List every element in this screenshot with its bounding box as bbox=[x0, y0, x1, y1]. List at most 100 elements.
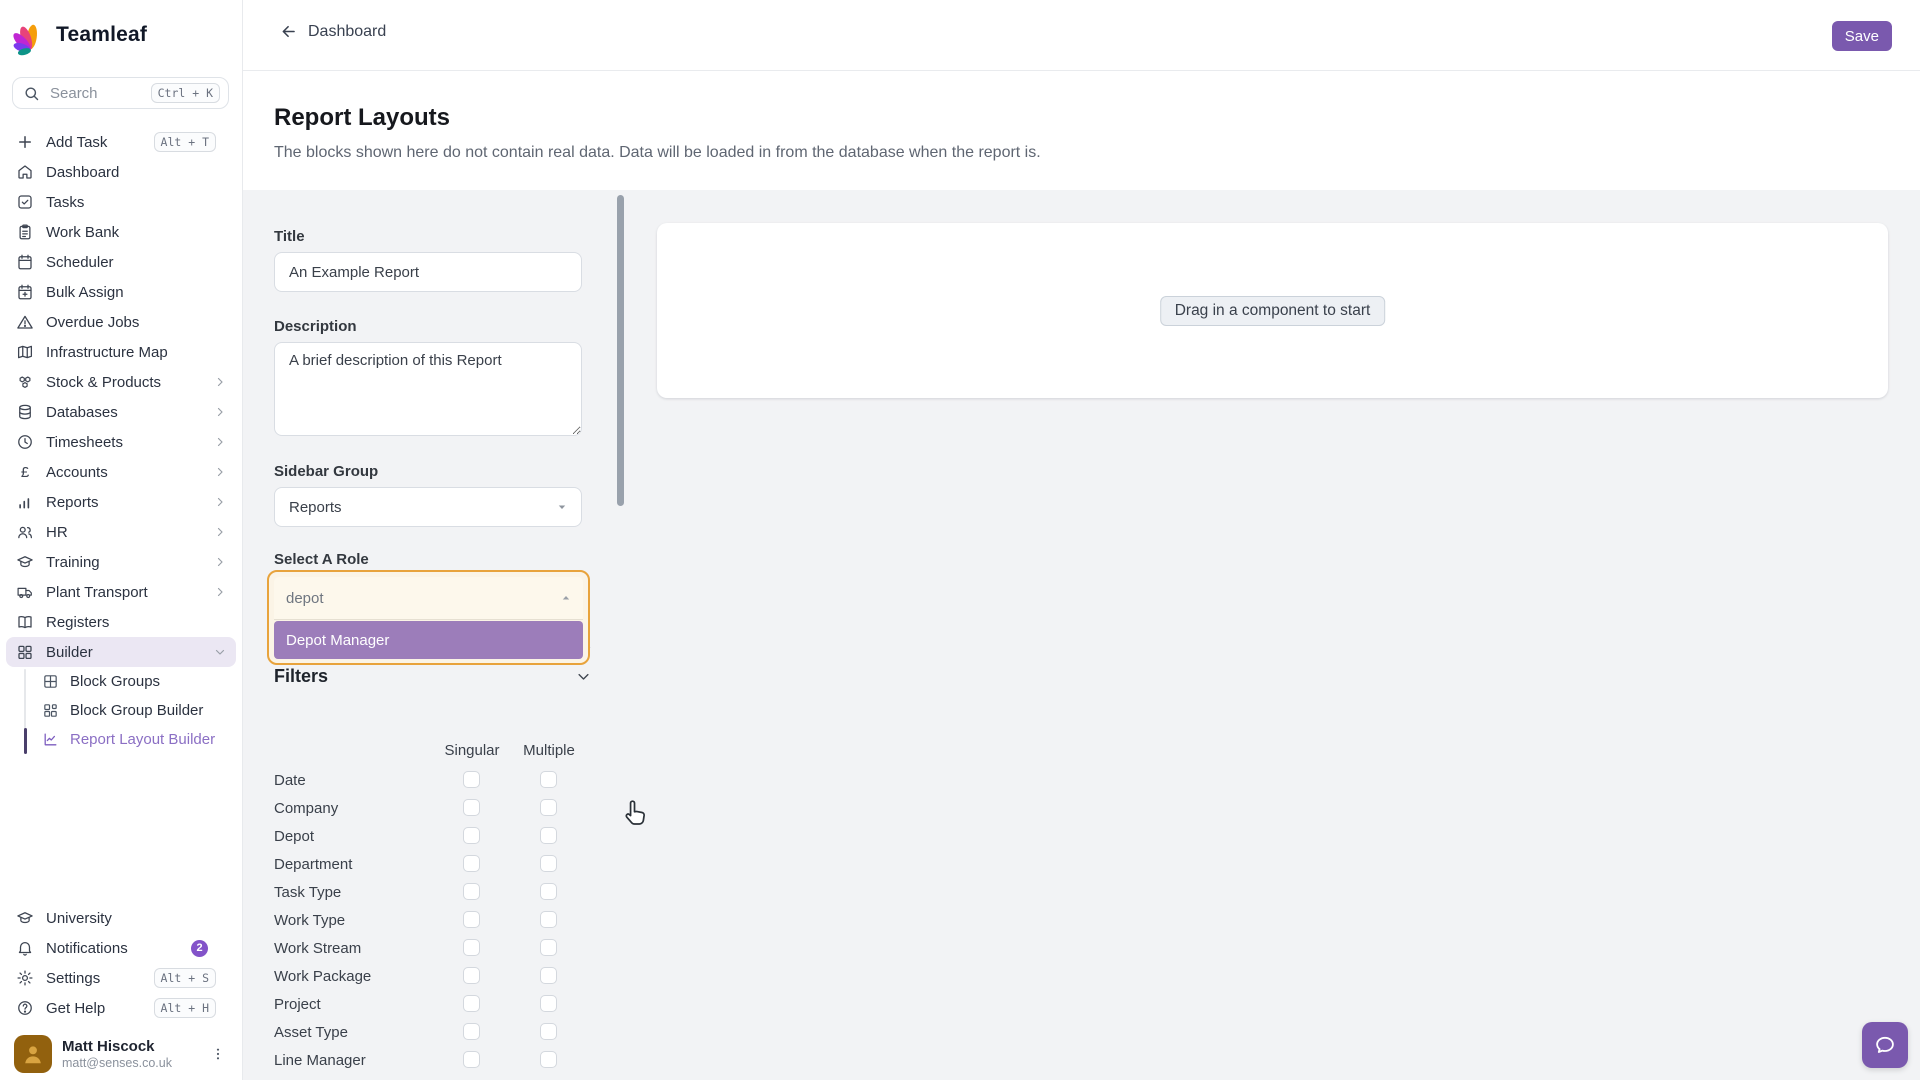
sidebar-item-work-bank[interactable]: Work Bank bbox=[0, 217, 242, 247]
filters-table-header: Singular Multiple bbox=[274, 742, 591, 766]
people-icon bbox=[16, 523, 34, 541]
checkbox-line-manager-singular[interactable] bbox=[463, 1051, 480, 1068]
sidebar-item-university[interactable]: University bbox=[0, 903, 242, 933]
panel-scrollbar[interactable] bbox=[617, 195, 624, 506]
checkbox-work-stream-singular[interactable] bbox=[463, 939, 480, 956]
chevron-right-icon bbox=[214, 556, 226, 568]
sidebar-item-report-layout-builder[interactable]: Report Layout Builder bbox=[0, 725, 242, 754]
sidebar-item-block-groups[interactable]: Block Groups bbox=[0, 667, 242, 696]
checkbox-work-package-singular[interactable] bbox=[463, 967, 480, 984]
graduation-cap-icon bbox=[16, 909, 34, 927]
sidebar-item-add-task[interactable]: Add Task Alt + T bbox=[0, 127, 242, 157]
sidebar-group-label: Sidebar Group bbox=[274, 463, 378, 480]
user-profile[interactable]: Matt Hiscock matt@senses.co.uk bbox=[0, 1028, 242, 1080]
help-circle-icon bbox=[16, 999, 34, 1017]
sidebar-item-stock-products[interactable]: Stock & Products bbox=[0, 367, 242, 397]
report-settings-panel: Title Description A brief description of… bbox=[243, 190, 631, 1080]
home-icon bbox=[16, 163, 34, 181]
role-search-input[interactable] bbox=[286, 590, 559, 607]
sidebar-item-tasks[interactable]: Tasks bbox=[0, 187, 242, 217]
checkbox-project-multiple[interactable] bbox=[540, 995, 557, 1012]
clipboard-icon bbox=[16, 223, 34, 241]
mouse-pointer-cursor bbox=[620, 798, 650, 830]
checkbox-date-singular[interactable] bbox=[463, 771, 480, 788]
sidebar-item-plant-transport[interactable]: Plant Transport bbox=[0, 577, 242, 607]
checkbox-company-multiple[interactable] bbox=[540, 799, 557, 816]
column-singular: Singular bbox=[444, 742, 499, 759]
sidebar-item-overdue-jobs[interactable]: Overdue Jobs bbox=[0, 307, 242, 337]
sidebar-item-training[interactable]: Training bbox=[0, 547, 242, 577]
sidebar-item-databases[interactable]: Databases bbox=[0, 397, 242, 427]
chat-fab-button[interactable] bbox=[1862, 1022, 1908, 1068]
app-logo: Teamleaf bbox=[10, 12, 147, 58]
report-canvas-dropzone[interactable]: Drag in a component to start bbox=[657, 223, 1888, 398]
sidebar-group-select[interactable]: Reports bbox=[274, 487, 582, 527]
sidebar-item-block-group-builder[interactable]: Block Group Builder bbox=[0, 696, 242, 725]
checkbox-line-manager-multiple[interactable] bbox=[540, 1051, 557, 1068]
app-window: Teamleaf Search Ctrl + K Add Task Alt + … bbox=[0, 0, 1920, 1080]
get-help-shortcut: Alt + H bbox=[154, 998, 216, 1018]
role-option-depot-manager[interactable]: Depot Manager bbox=[274, 621, 583, 659]
top-header: Dashboard Save bbox=[243, 0, 1920, 71]
chevron-right-icon bbox=[214, 496, 226, 508]
sidebar-item-hr[interactable]: HR bbox=[0, 517, 242, 547]
filter-row-company: Company bbox=[274, 794, 591, 822]
profile-email: matt@senses.co.uk bbox=[62, 1056, 206, 1070]
plus-icon bbox=[16, 133, 34, 151]
search-input[interactable]: Search Ctrl + K bbox=[12, 77, 229, 109]
gear-icon bbox=[16, 969, 34, 987]
checkbox-company-singular[interactable] bbox=[463, 799, 480, 816]
database-icon bbox=[16, 403, 34, 421]
title-input[interactable] bbox=[274, 252, 582, 292]
sidebar-item-timesheets[interactable]: Timesheets bbox=[0, 427, 242, 457]
pound-icon bbox=[16, 463, 34, 481]
checkbox-asset-type-multiple[interactable] bbox=[540, 1023, 557, 1040]
sidebar-item-get-help[interactable]: Get Help Alt + H bbox=[0, 993, 242, 1023]
sidebar-item-bulk-assign[interactable]: Bulk Assign bbox=[0, 277, 242, 307]
checkbox-work-package-multiple[interactable] bbox=[540, 967, 557, 984]
role-search-field[interactable] bbox=[274, 577, 583, 620]
sidebar-item-reports[interactable]: Reports bbox=[0, 487, 242, 517]
filter-row-date: Date bbox=[274, 766, 591, 794]
chevron-right-icon bbox=[214, 436, 226, 448]
sidebar-item-infrastructure-map[interactable]: Infrastructure Map bbox=[0, 337, 242, 367]
checkbox-work-stream-multiple[interactable] bbox=[540, 939, 557, 956]
sidebar-item-notifications[interactable]: Notifications 2 bbox=[0, 933, 242, 963]
role-combobox: Depot Manager bbox=[267, 570, 590, 665]
checkbox-department-singular[interactable] bbox=[463, 855, 480, 872]
sidebar-item-scheduler[interactable]: Scheduler bbox=[0, 247, 242, 277]
checkbox-task-type-singular[interactable] bbox=[463, 883, 480, 900]
chart-line-icon bbox=[42, 731, 59, 748]
dropzone-placeholder: Drag in a component to start bbox=[1160, 296, 1386, 326]
app-name: Teamleaf bbox=[56, 23, 147, 47]
description-textarea[interactable]: A brief description of this Report bbox=[274, 342, 582, 436]
sidebar-item-settings[interactable]: Settings Alt + S bbox=[0, 963, 242, 993]
checkbox-work-type-singular[interactable] bbox=[463, 911, 480, 928]
checkbox-project-singular[interactable] bbox=[463, 995, 480, 1012]
task-check-icon bbox=[16, 193, 34, 211]
filter-row-work-package: Work Package bbox=[274, 962, 591, 990]
sidebar-item-builder[interactable]: Builder bbox=[6, 637, 236, 667]
notifications-badge: 2 bbox=[191, 940, 208, 957]
checkbox-asset-type-singular[interactable] bbox=[463, 1023, 480, 1040]
sidebar-item-registers[interactable]: Registers bbox=[0, 607, 242, 637]
column-multiple: Multiple bbox=[523, 742, 575, 759]
bar-chart-icon bbox=[16, 493, 34, 511]
sidebar-group-value: Reports bbox=[289, 499, 555, 516]
profile-menu-icon[interactable] bbox=[206, 1042, 230, 1066]
search-icon bbox=[23, 85, 40, 102]
save-button[interactable]: Save bbox=[1832, 21, 1892, 51]
checkbox-depot-multiple[interactable] bbox=[540, 827, 557, 844]
back-to-dashboard[interactable]: Dashboard bbox=[279, 22, 386, 41]
page-subtitle: The blocks shown here do not contain rea… bbox=[274, 144, 1041, 162]
role-label: Select A Role bbox=[274, 551, 369, 568]
checkbox-department-multiple[interactable] bbox=[540, 855, 557, 872]
checkbox-task-type-multiple[interactable] bbox=[540, 883, 557, 900]
sidebar-item-dashboard[interactable]: Dashboard bbox=[0, 157, 242, 187]
checkbox-date-multiple[interactable] bbox=[540, 771, 557, 788]
checkbox-depot-singular[interactable] bbox=[463, 827, 480, 844]
chevron-down-icon bbox=[214, 646, 226, 658]
sidebar-item-accounts[interactable]: Accounts bbox=[0, 457, 242, 487]
checkbox-work-type-multiple[interactable] bbox=[540, 911, 557, 928]
avatar bbox=[14, 1035, 52, 1073]
